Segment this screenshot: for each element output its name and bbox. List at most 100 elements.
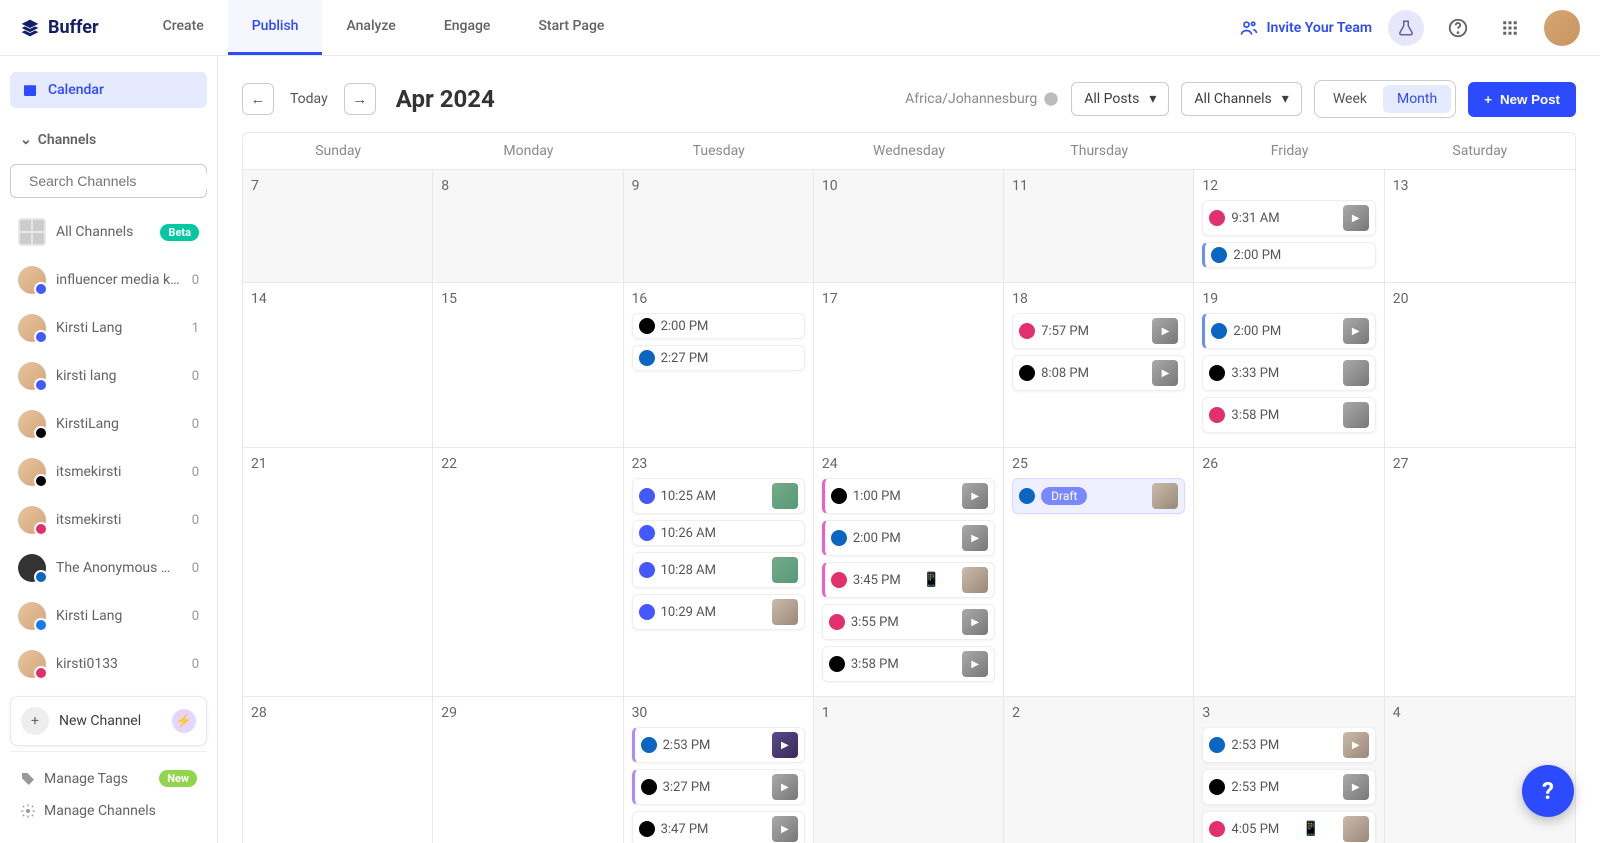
calendar-event[interactable]: 2:53 PM: [632, 727, 805, 763]
calendar-cell[interactable]: 187:57 PM8:08 PM: [1004, 283, 1194, 448]
sidebar-nav-calendar[interactable]: Calendar: [10, 72, 207, 108]
calendar-cell[interactable]: 1: [814, 697, 1004, 843]
calendar-event[interactable]: 7:57 PM: [1012, 313, 1185, 349]
calendar-cell[interactable]: 21: [243, 448, 433, 697]
experiments-button[interactable]: [1388, 10, 1424, 46]
channel-item[interactable]: KirstiLang0: [10, 400, 207, 448]
calendar-event[interactable]: 8:08 PM: [1012, 355, 1185, 391]
calendar-cell[interactable]: 9: [624, 170, 814, 283]
calendar-event[interactable]: 2:00 PM: [1202, 313, 1375, 349]
channel-all[interactable]: All Channels Beta: [10, 208, 207, 256]
calendar-event[interactable]: 3:58 PM: [822, 646, 995, 682]
calendar-cell[interactable]: 8: [433, 170, 623, 283]
manage-tags-link[interactable]: Manage Tags New: [10, 762, 207, 795]
channel-count: 0: [192, 513, 199, 528]
calendar-event[interactable]: 3:58 PM: [1202, 397, 1375, 433]
calendar-cell[interactable]: 14: [243, 283, 433, 448]
search-channels[interactable]: [10, 164, 207, 198]
calendar-body: 7891011129:31 AM2:00 PM131415162:00 PM2:…: [243, 170, 1575, 843]
filter-channels-dropdown[interactable]: All Channels ▾: [1181, 82, 1301, 116]
calendar-cell[interactable]: 17: [814, 283, 1004, 448]
prev-button[interactable]: ←: [242, 83, 274, 115]
channel-item[interactable]: Kirsti Lang0: [10, 592, 207, 640]
channel-item[interactable]: influencer media kit te...0: [10, 256, 207, 304]
manage-channels-link[interactable]: Manage Channels: [10, 795, 207, 827]
calendar-cell[interactable]: 29: [433, 697, 623, 843]
timezone-label: Africa/Johannesburg: [905, 91, 1059, 107]
channel-avatar: [18, 410, 46, 438]
calendar-cell[interactable]: 11: [1004, 170, 1194, 283]
calendar-cell[interactable]: 27: [1385, 448, 1575, 697]
network-badge-icon: [34, 378, 48, 392]
date-number: 13: [1393, 178, 1567, 194]
calendar-event[interactable]: 2:00 PM: [632, 313, 805, 339]
nav-create[interactable]: Create: [139, 0, 228, 55]
calendar-cell[interactable]: 10: [814, 170, 1004, 283]
calendar-cell[interactable]: 19 2:00 PM 3:33 PM 3:58 PM: [1194, 283, 1384, 448]
calendar-cell[interactable]: 26: [1194, 448, 1384, 697]
calendar-cell[interactable]: 7: [243, 170, 433, 283]
calendar-event[interactable]: 3:27 PM: [632, 769, 805, 805]
calendar-event[interactable]: 2:00 PM: [822, 520, 995, 556]
calendar-event[interactable]: 3:47 PM: [632, 811, 805, 843]
calendar-event[interactable]: 2:00 PM: [1202, 242, 1375, 268]
info-icon[interactable]: [1043, 91, 1059, 107]
calendar-cell[interactable]: 25Draft: [1004, 448, 1194, 697]
help-button[interactable]: [1440, 10, 1476, 46]
calendar-event[interactable]: 9:31 AM: [1202, 200, 1375, 236]
calendar-event[interactable]: 10:25 AM: [632, 478, 805, 514]
calendar-event[interactable]: 2:27 PM: [632, 345, 805, 371]
calendar-cell[interactable]: 30 2:53 PM 3:27 PM 3:47 PM: [624, 697, 814, 843]
apps-button[interactable]: [1492, 10, 1528, 46]
view-month[interactable]: Month: [1383, 85, 1451, 113]
nav-start-page[interactable]: Start Page: [514, 0, 628, 55]
brand-logo[interactable]: Buffer: [20, 17, 99, 38]
calendar-event[interactable]: 2:53 PM: [1202, 727, 1375, 763]
calendar-event[interactable]: Draft: [1012, 478, 1185, 514]
channel-item[interactable]: itsmekirsti0: [10, 496, 207, 544]
calendar-cell[interactable]: 15: [433, 283, 623, 448]
search-input[interactable]: [29, 173, 210, 189]
invite-team-link[interactable]: Invite Your Team: [1239, 18, 1372, 38]
calendar-event[interactable]: 4:05 PM📱: [1202, 811, 1375, 843]
new-post-button[interactable]: + New Post: [1468, 82, 1576, 117]
calendar-cell[interactable]: 2: [1004, 697, 1194, 843]
calendar-cell[interactable]: 20: [1385, 283, 1575, 448]
tag-icon: [20, 771, 36, 787]
calendar-event[interactable]: 2:53 PM: [1202, 769, 1375, 805]
date-number: 30: [632, 705, 805, 721]
channel-item[interactable]: itsmekirsti0: [10, 448, 207, 496]
user-avatar[interactable]: [1544, 10, 1580, 46]
new-channel-button[interactable]: + New Channel ⚡: [10, 696, 207, 746]
channel-item[interactable]: kirsti lang0: [10, 352, 207, 400]
nav-publish[interactable]: Publish: [228, 0, 323, 55]
view-week[interactable]: Week: [1319, 85, 1381, 113]
calendar-event[interactable]: 3:33 PM: [1202, 355, 1375, 391]
calendar-cell[interactable]: 28: [243, 697, 433, 843]
calendar-cell[interactable]: 32:53 PM2:53 PM4:05 PM📱: [1194, 697, 1384, 843]
calendar-event[interactable]: 1:00 PM: [822, 478, 995, 514]
date-number: 19: [1202, 291, 1375, 307]
filter-posts-dropdown[interactable]: All Posts ▾: [1071, 82, 1169, 116]
calendar-cell[interactable]: 241:00 PM2:00 PM3:45 PM📱3:55 PM3:58 PM: [814, 448, 1004, 697]
nav-engage[interactable]: Engage: [420, 0, 515, 55]
calendar-event[interactable]: 10:29 AM: [632, 594, 805, 630]
calendar-event[interactable]: 3:55 PM: [822, 604, 995, 640]
calendar-cell[interactable]: 22: [433, 448, 623, 697]
channels-toggle[interactable]: ⌄ Channels: [10, 126, 207, 154]
channel-item[interactable]: Kirsti Lang1: [10, 304, 207, 352]
calendar-event[interactable]: 3:45 PM📱: [822, 562, 995, 598]
calendar-event[interactable]: 10:26 AM: [632, 520, 805, 546]
today-button[interactable]: Today: [286, 91, 332, 107]
channel-item[interactable]: kirsti01330: [10, 640, 207, 688]
calendar-event[interactable]: 10:28 AM: [632, 552, 805, 588]
event-time: 2:53 PM: [1231, 738, 1279, 753]
calendar-cell[interactable]: 2310:25 AM10:26 AM10:28 AM10:29 AM: [624, 448, 814, 697]
next-button[interactable]: →: [344, 83, 376, 115]
nav-analyze[interactable]: Analyze: [322, 0, 419, 55]
channel-item[interactable]: The Anonymous Marke...0: [10, 544, 207, 592]
calendar-cell[interactable]: 162:00 PM2:27 PM: [624, 283, 814, 448]
calendar-cell[interactable]: 13: [1385, 170, 1575, 283]
help-fab[interactable]: ?: [1522, 765, 1574, 817]
calendar-cell[interactable]: 129:31 AM2:00 PM: [1194, 170, 1384, 283]
